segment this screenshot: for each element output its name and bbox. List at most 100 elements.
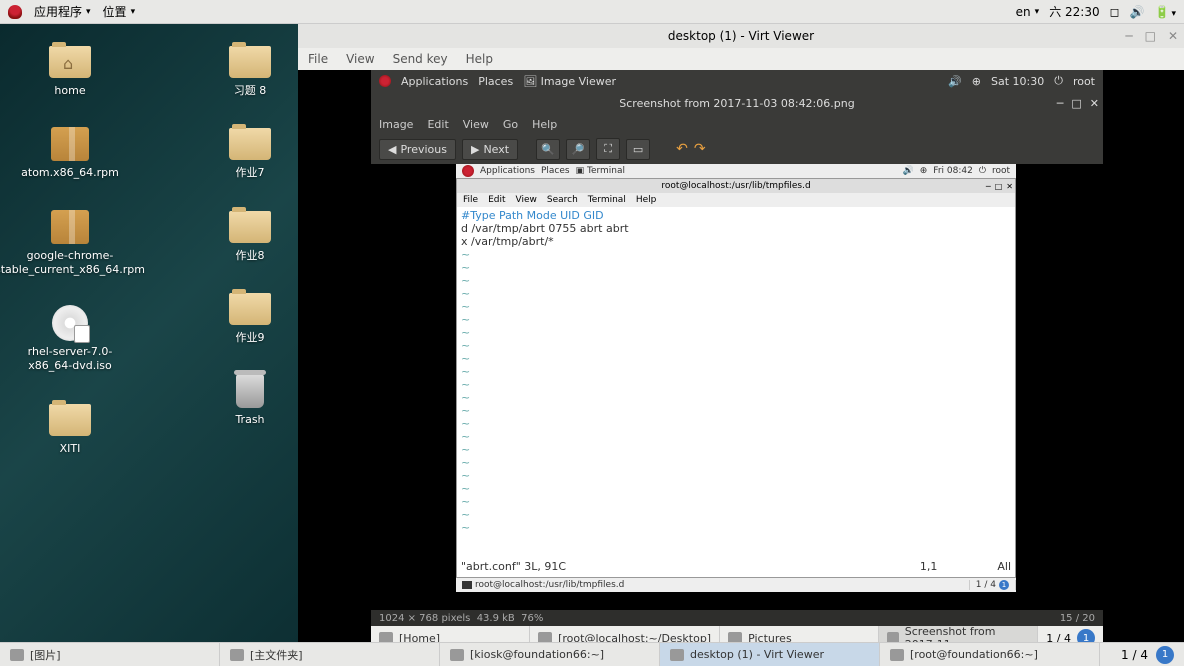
window-icon: [670, 649, 684, 661]
zoom-normal-icon[interactable]: ▭: [626, 139, 650, 160]
distro-logo-icon: [379, 75, 391, 87]
places-menu[interactable]: 位置: [103, 3, 136, 20]
power-icon[interactable]: ⏻: [1054, 74, 1063, 88]
folder-icon: [229, 44, 271, 80]
icon-label: rhel-server-7.0-x86_64-dvd.iso: [10, 345, 130, 374]
nested-clock: Fri 08:42: [933, 166, 973, 176]
vm-applications-menu[interactable]: Applications: [401, 75, 468, 88]
desktop-icon[interactable]: XITI: [10, 402, 130, 456]
menu-image[interactable]: Image: [379, 118, 413, 131]
vm-clock[interactable]: Sat 10:30: [991, 75, 1044, 88]
imgv-titlebar[interactable]: Screenshot from 2017-11-03 08:42:06.png …: [371, 92, 1103, 114]
taskbar-item[interactable]: [root@foundation66:~]: [880, 643, 1100, 666]
icon-label: Trash: [235, 413, 264, 427]
lang-indicator[interactable]: en: [1016, 5, 1040, 19]
disc-icon: [49, 305, 91, 341]
desktop-icon[interactable]: 作业8: [190, 209, 310, 263]
desktop-icon[interactable]: google-chrome-stable_current_x86_64.rpm: [10, 209, 130, 278]
distro-logo-icon: [8, 5, 22, 19]
clock[interactable]: 六 22:30: [1049, 3, 1099, 20]
menu-help[interactable]: Help: [466, 52, 493, 66]
battery-icon[interactable]: 🔋: [1155, 5, 1176, 19]
maximize-icon: □: [995, 182, 1003, 191]
workspace-badge[interactable]: 1: [1156, 646, 1174, 664]
rotate-right-icon[interactable]: ↷: [694, 141, 706, 157]
vm-places-menu[interactable]: Places: [478, 75, 513, 88]
close-icon[interactable]: ✕: [1090, 97, 1099, 110]
network-icon: ⊕: [920, 166, 928, 176]
zoom-fit-icon[interactable]: ⛶: [596, 138, 620, 160]
menu-search: Search: [547, 195, 578, 205]
taskbar-item[interactable]: [图片]: [0, 643, 220, 666]
close-icon[interactable]: ✕: [1168, 29, 1178, 43]
desktop-icon[interactable]: home: [10, 44, 130, 98]
imgv-statusbar: 1024 × 768 pixels 43.9 kB 76% 15 / 20: [371, 610, 1103, 626]
desktop-icon[interactable]: rhel-server-7.0-x86_64-dvd.iso: [10, 305, 130, 374]
workspace-indicator: 1 / 4: [1121, 648, 1148, 662]
taskbar-item[interactable]: [主文件夹]: [220, 643, 440, 666]
taskbar-item[interactable]: desktop (1) - Virt Viewer: [660, 643, 880, 666]
menu-go[interactable]: Go: [503, 118, 518, 131]
desktop-icon[interactable]: 作业7: [190, 126, 310, 180]
menu-help[interactable]: Help: [532, 118, 557, 131]
virt-viewer-window: desktop (1) - Virt Viewer ─ □ ✕ File View…: [298, 24, 1184, 642]
taskbar-item[interactable]: [kiosk@foundation66:~]: [440, 643, 660, 666]
menu-file: File: [463, 195, 478, 205]
file-line: x /var/tmp/abrt/*: [461, 235, 1011, 248]
menu-edit[interactable]: Edit: [427, 118, 448, 131]
next-button[interactable]: ▶ Next: [462, 139, 518, 160]
virt-viewport: Applications Places 🖼 Image Viewer 🔊 ⊕ S…: [298, 70, 1184, 642]
vm-user[interactable]: root: [1073, 75, 1095, 88]
volume-icon[interactable]: 🔊: [948, 75, 962, 88]
minimize-icon[interactable]: ─: [1057, 97, 1064, 110]
desktop-icon[interactable]: Trash: [190, 373, 310, 427]
zoom-in-icon[interactable]: 🔍: [536, 139, 560, 160]
virt-menubar: File View Send key Help: [298, 48, 1184, 70]
volume-icon: 🔊: [903, 166, 914, 176]
network-icon[interactable]: ⊕: [972, 75, 981, 88]
minimize-icon[interactable]: ─: [1125, 29, 1132, 43]
terminal-content: #Type Path Mode UID GID d /var/tmp/abrt …: [457, 207, 1015, 577]
imgv-toolbar: ◀ Previous ▶ Next 🔍 🔎 ⛶ ▭ ↶ ↷: [371, 134, 1103, 164]
menu-file[interactable]: File: [308, 52, 328, 66]
previous-button[interactable]: ◀ Previous: [379, 139, 456, 160]
top-panel: 应用程序 位置 en 六 22:30 ◻ 🔊 🔋: [0, 0, 1184, 24]
folder-icon: [49, 402, 91, 438]
power-icon: ⏻: [979, 166, 986, 176]
trash-icon: [229, 373, 271, 409]
zoom-out-icon[interactable]: 🔎: [566, 139, 590, 160]
terminal-menubar: FileEditViewSearchTerminalHelp: [457, 193, 1015, 207]
applications-menu[interactable]: 应用程序: [34, 3, 91, 20]
terminal-window: root@localhost:/usr/lib/tmpfiles.d ─□✕ F…: [456, 178, 1016, 578]
window-titlebar[interactable]: desktop (1) - Virt Viewer ─ □ ✕: [298, 24, 1184, 48]
folder-icon: [229, 291, 271, 327]
package-icon: [49, 209, 91, 245]
nested-places-menu: Places: [541, 166, 570, 176]
menu-help: Help: [636, 195, 657, 205]
maximize-icon[interactable]: □: [1071, 97, 1081, 110]
distro-logo-icon: [462, 165, 474, 177]
icon-label: 作业9: [236, 331, 265, 345]
icon-label: 习题 8: [234, 84, 267, 98]
volume-icon[interactable]: 🔊: [1130, 5, 1145, 19]
desktop-icon[interactable]: 习题 8: [190, 44, 310, 98]
desktop[interactable]: home atom.x86_64.rpm google-chrome-stable_…: [0, 24, 298, 642]
icon-label: 作业7: [236, 166, 265, 180]
desktop-icon[interactable]: 作业9: [190, 291, 310, 345]
imgv-canvas[interactable]: Applications Places ▣ Terminal 🔊 ⊕ Fri 0…: [371, 164, 1103, 610]
minimize-icon: ─: [986, 182, 991, 191]
window-title: desktop (1) - Virt Viewer: [668, 29, 814, 43]
nested-user: root: [992, 166, 1010, 176]
vm-window-indicator[interactable]: 🖼 Image Viewer: [523, 75, 616, 88]
rotate-left-icon[interactable]: ↶: [676, 141, 688, 157]
maximize-icon[interactable]: □: [1145, 29, 1156, 43]
menu-view[interactable]: View: [463, 118, 489, 131]
menu-sendkey[interactable]: Send key: [393, 52, 448, 66]
icon-label: atom.x86_64.rpm: [21, 166, 119, 180]
nested-terminal-indicator: ▣ Terminal: [576, 166, 625, 176]
notification-icon[interactable]: ◻: [1110, 5, 1120, 19]
package-icon: [49, 126, 91, 162]
menu-view[interactable]: View: [346, 52, 374, 66]
folder-icon: [229, 209, 271, 245]
desktop-icon[interactable]: atom.x86_64.rpm: [10, 126, 130, 180]
